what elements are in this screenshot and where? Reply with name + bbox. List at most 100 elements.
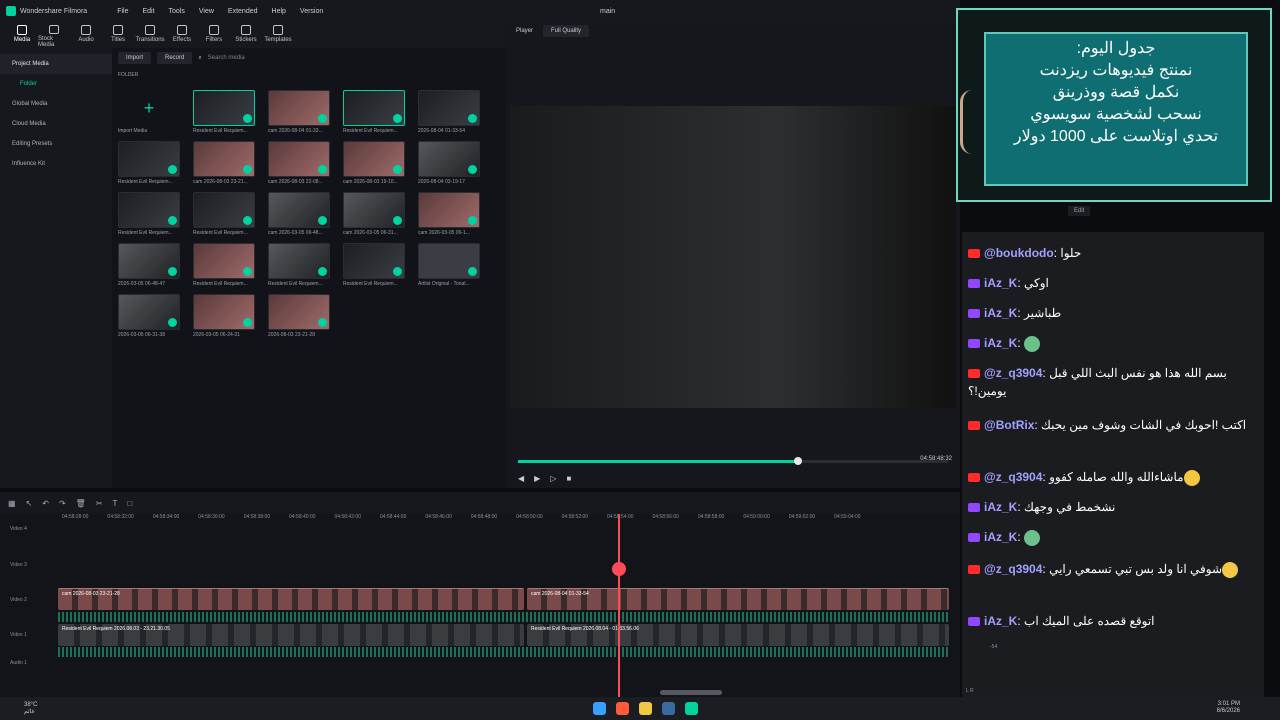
chat-username[interactable]: iAz_K (984, 306, 1017, 320)
chat-username[interactable]: iAz_K (984, 500, 1017, 514)
media-thumbnail[interactable] (193, 141, 255, 177)
media-item[interactable]: Artlist Original - Tonal... (418, 243, 493, 290)
media-item[interactable]: Resident Evil Requiem... (268, 243, 343, 290)
playhead-marker-icon[interactable] (612, 562, 626, 576)
chat-username[interactable]: @z_q3904 (984, 366, 1042, 380)
media-item[interactable]: cam 2026-03-05 06-48... (268, 192, 343, 239)
undo-icon[interactable]: ↶ (42, 499, 49, 508)
media-thumbnail[interactable] (343, 192, 405, 228)
media-thumbnail[interactable] (193, 243, 255, 279)
record-button[interactable]: Record (157, 52, 193, 64)
media-thumbnail[interactable] (268, 192, 330, 228)
media-item[interactable]: cam 2026-08-04 01-33... (268, 90, 343, 137)
media-item[interactable]: Resident Evil Requiem... (343, 90, 418, 137)
media-thumbnail[interactable] (343, 141, 405, 177)
quality-select[interactable]: Full Quality (543, 25, 590, 37)
sidebar-item-global-media[interactable]: Global Media (0, 94, 112, 114)
play-icon[interactable]: ▶ (534, 474, 540, 483)
start-icon[interactable] (593, 702, 606, 715)
clip-v2-a[interactable]: cam 2026-08-03 23-21-28 (58, 588, 524, 610)
media-item[interactable]: 2026-08-04 03-19-17 (418, 141, 493, 188)
media-thumbnail[interactable] (268, 243, 330, 279)
media-thumbnail[interactable] (118, 192, 180, 228)
weather-widget[interactable]: 38°C غائم (24, 702, 37, 716)
redo-icon[interactable]: ↷ (59, 499, 66, 508)
tab-transitions[interactable]: Transitions (134, 22, 166, 48)
brave-icon[interactable] (616, 702, 629, 715)
menu-item-extended[interactable]: Extended (228, 8, 258, 15)
crop-icon[interactable]: □ (127, 499, 132, 508)
media-item[interactable]: + Import Media (118, 90, 193, 137)
clip-v1-b[interactable]: Resident Evil Requiem 2026.08.04 - 01.33… (527, 624, 949, 646)
chat-username[interactable]: iAz_K (984, 530, 1017, 544)
media-item[interactable]: 2026-03-05 06-31-38 (118, 294, 193, 341)
media-item[interactable]: Resident Evil Requiem... (118, 141, 193, 188)
media-thumbnail[interactable] (268, 294, 330, 330)
media-item[interactable]: 2026-03-05 06-48-47 (118, 243, 193, 290)
media-thumbnail[interactable] (418, 141, 480, 177)
sidebar-item-editing-presets[interactable]: Editing Presets (0, 134, 112, 154)
tab-media[interactable]: Media (6, 22, 38, 48)
tab-templates[interactable]: Templates (262, 22, 294, 48)
media-thumbnail[interactable] (343, 243, 405, 279)
tab-effects[interactable]: Effects (166, 22, 198, 48)
chat-username[interactable]: iAz_K (984, 614, 1017, 628)
clip-v2-b[interactable]: cam 2026-08-04 01-33-54 (527, 588, 949, 610)
progress-knob[interactable] (793, 457, 802, 465)
menu-item-tools[interactable]: Tools (169, 8, 185, 15)
import-button[interactable]: Import (118, 52, 152, 64)
chat-username[interactable]: @boukdodo (984, 246, 1054, 260)
sidebar-item-influence-kit[interactable]: Influence Kit (0, 154, 112, 174)
split-icon[interactable]: ✂ (96, 499, 103, 508)
media-thumbnail[interactable] (268, 90, 330, 126)
sidebar-item-folder[interactable]: Folder (0, 74, 112, 94)
chat-username[interactable]: @z_q3904 (984, 470, 1042, 484)
menu-item-help[interactable]: Help (272, 8, 286, 15)
media-thumbnail[interactable] (418, 192, 480, 228)
chat-username[interactable]: @BotRix (984, 418, 1034, 432)
media-item[interactable]: Resident Evil Requiem... (193, 243, 268, 290)
stop-icon[interactable]: ■ (566, 474, 571, 483)
chat-username[interactable]: iAz_K (984, 276, 1017, 290)
media-thumbnail[interactable] (118, 243, 180, 279)
menu-item-version[interactable]: Version (300, 8, 323, 15)
layout-icon[interactable]: ▦ (8, 499, 16, 508)
media-item[interactable]: Resident Evil Requiem... (193, 192, 268, 239)
delete-icon[interactable]: 🗑 (76, 499, 86, 508)
select-icon[interactable]: ↖ (26, 499, 33, 508)
menu-item-view[interactable]: View (199, 8, 214, 15)
media-thumbnail[interactable] (418, 90, 480, 126)
media-thumbnail[interactable] (193, 294, 255, 330)
media-thumbnail[interactable] (418, 243, 480, 279)
media-item[interactable]: 2026-08-04 01-33-54 (418, 90, 493, 137)
edit-button[interactable]: Edit (1068, 206, 1091, 216)
media-item[interactable]: 2026-03-05 06-24-31 (193, 294, 268, 341)
clip-v1-a[interactable]: Resident Evil Requiem 2026.08.03 - 23.21… (58, 624, 524, 646)
media-thumbnail[interactable] (268, 141, 330, 177)
text-icon[interactable]: T (113, 499, 118, 508)
tab-stock-media[interactable]: Stock Media (38, 22, 70, 48)
media-thumbnail[interactable] (343, 90, 405, 126)
timeline-ruler[interactable]: 04:58:28:00 04:58:32:00 04:58:34:00 04:58:3… (56, 514, 960, 524)
tab-stickers[interactable]: Stickers (230, 22, 262, 48)
media-item[interactable]: cam 2026-03-05 06-1... (418, 192, 493, 239)
filmora-taskbar-icon[interactable] (685, 702, 698, 715)
sidebar-item-cloud-media[interactable]: Cloud Media (0, 114, 112, 134)
media-item[interactable]: Resident Evil Requiem... (118, 192, 193, 239)
chat-username[interactable]: @z_q3904 (984, 562, 1042, 576)
media-item[interactable]: cam 2026-08-03 19-10... (343, 141, 418, 188)
menu-item-edit[interactable]: Edit (142, 8, 154, 15)
chat-username[interactable]: iAz_K (984, 336, 1017, 350)
menu-item-file[interactable]: File (117, 8, 128, 15)
media-item[interactable]: Resident Evil Requiem... (193, 90, 268, 137)
tab-titles[interactable]: Titles (102, 22, 134, 48)
sidebar-item-project-media[interactable]: Project Media (0, 54, 112, 74)
tab-filters[interactable]: Filters (198, 22, 230, 48)
tab-audio[interactable]: Audio (70, 22, 102, 48)
media-item[interactable]: Resident Evil Requiem... (343, 243, 418, 290)
folder-icon[interactable] (639, 702, 652, 715)
prev-frame-icon[interactable]: ◀ (518, 474, 524, 483)
system-clock[interactable]: 3:01 PM 8/6/2026 (1217, 701, 1240, 715)
timeline-scrollbar[interactable] (660, 690, 722, 695)
media-thumbnail[interactable] (118, 141, 180, 177)
